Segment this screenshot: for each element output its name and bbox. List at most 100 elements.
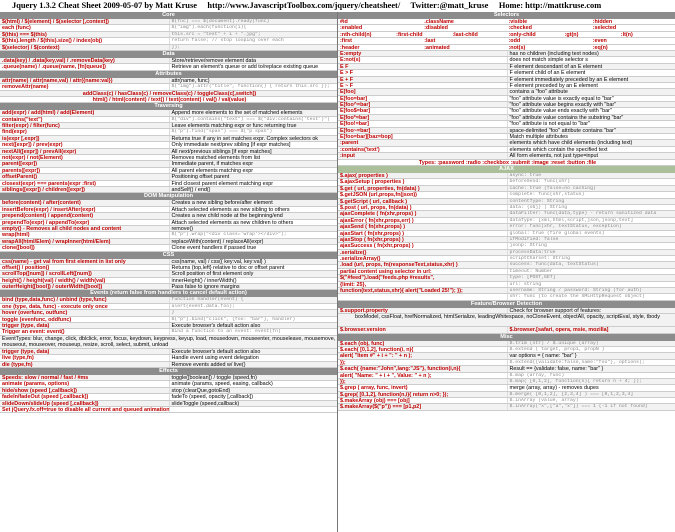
method-cell: animate (params, options) bbox=[2, 381, 70, 387]
row-group: E:empty has no children (including text n… bbox=[338, 50, 675, 160]
description-cell: $(fnc) === $(document).ready(func) bbox=[168, 19, 338, 25]
row-group: $.ajax( properties ) async: true $.ajaxSet… bbox=[338, 172, 675, 301]
description-cell: F element child of an E element bbox=[506, 70, 675, 76]
selector-item: :eq(n) bbox=[592, 44, 608, 50]
method-cell: live (type,fn) bbox=[2, 355, 34, 361]
description-cell: $("p").wrap("<div class='wrap'></div>"); bbox=[168, 232, 338, 238]
description-cell: dataFilter: func(data,type) - return san… bbox=[506, 211, 675, 217]
header-twitter: Twitter:@matt_kruse bbox=[410, 1, 489, 10]
description-cell: $.trim (str) / $.unique (array) bbox=[506, 340, 675, 346]
method-cell: alert( "Name: " + i + ", Value: " + n ); bbox=[340, 372, 432, 378]
description-cell: $.extend({validate:false,name:"foo"}, op… bbox=[506, 359, 675, 366]
method-cell: ajaxComplete ( fn(xhr,props) ) bbox=[340, 211, 417, 217]
method-cell: $.makeArray($("p")) === [p1,p2] bbox=[340, 404, 422, 410]
selector-item: :animated bbox=[424, 44, 450, 50]
selector-item: :disabled bbox=[424, 25, 448, 31]
description-cell: Positioning offset parent bbox=[168, 174, 338, 180]
method-cell: height() / height(val) / width() / width… bbox=[2, 277, 106, 284]
method-cell: css(name) - get val from first element i… bbox=[2, 258, 126, 264]
row-group: Speeds: slow / normal / fast / #ms toggle… bbox=[0, 374, 338, 414]
description-cell: All next/previous siblings [if expr matc… bbox=[168, 148, 338, 154]
method-cell: E[foo$=bar] bbox=[340, 108, 371, 114]
method-cell: $(this) === $(this) bbox=[2, 31, 47, 38]
description-cell: attr(name, func) bbox=[168, 77, 338, 84]
method-cell: parents([expr]) bbox=[2, 167, 41, 174]
method-cell: prepend(content) / append(content) bbox=[2, 213, 94, 219]
method-cell: ajaxSend ( fn(xhr,props) ) bbox=[340, 224, 405, 230]
selector-item: :gt(n) bbox=[564, 31, 579, 38]
cheat-sheet-page: Jquery 1.3.2 Cheat Sheet 2009-05-07 by M… bbox=[0, 0, 675, 532]
method-cell: hide/show (speed [,callback]) bbox=[2, 387, 77, 394]
description-cell: andSelf() / end() bbox=[168, 186, 338, 193]
method-cell: E ~ F bbox=[340, 82, 354, 89]
header-url[interactable]: http://www.JavascriptToolbox.com/jquery/… bbox=[207, 1, 400, 10]
description-cell: contentType: String bbox=[506, 198, 675, 204]
description-cell: url: string bbox=[506, 281, 675, 287]
method-cell: $.ajax( properties ) bbox=[340, 172, 388, 179]
method-cell: .data(key) / .data(key,val) / .removeDat… bbox=[2, 57, 115, 64]
method-cell: .queue(name) / .queue(name, [fn]queue]) bbox=[2, 64, 106, 70]
method-cell: $.grep( [0,1,2], function(n,i){ return n… bbox=[340, 391, 449, 398]
description-cell: $.inArray("x",["a","x"]) === 1 (-1 if no… bbox=[506, 404, 675, 410]
description-cell: $("p").bind("click", {foo: "bar"}, handl… bbox=[168, 316, 338, 322]
row-group: $(html) / $(element) / $(selector [,cont… bbox=[0, 19, 337, 51]
selector-item: :not(s) bbox=[508, 44, 526, 50]
description-cell: processData:true bbox=[506, 249, 675, 255]
section-title: Core bbox=[0, 12, 337, 19]
method-cell: one (type, data, func) - execute only on… bbox=[2, 303, 108, 310]
section-title: Attributes bbox=[0, 70, 337, 78]
method-cell: ajaxError ( fn(xhr,props,err) ) bbox=[340, 217, 414, 224]
method-cell: clone([bool]) bbox=[2, 245, 35, 251]
description-cell: $.inArray (value, array) bbox=[506, 398, 675, 404]
description-cell: dataType: [xml,html,script,json,jsonp,te… bbox=[506, 217, 675, 224]
description-cell: username: String / password: String (for… bbox=[506, 288, 675, 294]
description-cell: toggle([boolean]) / toggle (speed,fn) bbox=[168, 374, 338, 381]
description-cell: Result == {validate: false, name: "bar" … bbox=[506, 366, 675, 372]
method-cell: before(content) / after(content) bbox=[2, 200, 81, 206]
description-cell: Creates a new child node at the beginnin… bbox=[168, 213, 338, 219]
description-cell: $.map (array, func) bbox=[506, 372, 675, 378]
method-cell: attr(name) / attr(name,val) / attr({name… bbox=[2, 77, 113, 84]
method-cell: alert( "Item #" + i + ": " + n ); bbox=[340, 353, 413, 359]
row-group: add(expr) / add(html) / add(Element) Appe… bbox=[0, 110, 338, 194]
method-cell: scrollTop([num]) / scrollLeft([num]) bbox=[2, 271, 92, 277]
full-cell: Types: :password :radio :checkbox :submi… bbox=[418, 159, 597, 165]
description-cell: jsonp: String bbox=[506, 243, 675, 249]
method-cell: $.getScript ( url, callback ) bbox=[340, 198, 408, 204]
selector-item: :visible bbox=[508, 19, 528, 25]
method-cell: E + F bbox=[340, 76, 354, 82]
method-cell: .serialize() bbox=[340, 249, 367, 256]
method-cell: each (func) bbox=[2, 25, 31, 31]
full-cell: html() / html(content) / text() / text(c… bbox=[92, 96, 247, 103]
method-cell: .serializeArray() bbox=[340, 256, 381, 262]
selector-item: :header bbox=[340, 44, 360, 50]
section-title: Feature/Browser Detection bbox=[338, 300, 675, 308]
description-cell: remove() bbox=[168, 225, 338, 232]
method-cell: Set jQuery.fx.off=true to disable all cu… bbox=[2, 406, 169, 413]
row-group: $.each (obj, func) $.trim (str) / $.uniqu… bbox=[338, 340, 675, 411]
description-cell: Append more elements to the set of match… bbox=[168, 110, 338, 116]
selector-item: :only-child bbox=[508, 31, 536, 38]
method-cell: trigger (type, data) bbox=[2, 348, 50, 355]
section-title: DOM Manipulation bbox=[0, 193, 337, 201]
selector-item: :last-child bbox=[452, 31, 478, 38]
description-cell: stop (clearQue,gotoEnd) bbox=[168, 387, 338, 394]
method-cell: E[foo^=bar] bbox=[340, 102, 371, 108]
description-cell: $("div").contains("text") === $("div:con… bbox=[168, 116, 338, 123]
method-cell: E:not(s) bbox=[340, 57, 361, 63]
description-cell: space-delimited "foo" attribute contains… bbox=[506, 127, 675, 133]
description-cell: error: func(xhr, textStatus, exception) bbox=[506, 224, 675, 230]
row-group: .data(key) / .data(key,val) / .removeDat… bbox=[0, 57, 337, 71]
description-cell: Check for browser support of features: bbox=[506, 307, 675, 314]
description-cell: $("img").each(function(i){ bbox=[168, 25, 338, 31]
description-cell: function handler(event) { bbox=[168, 297, 338, 303]
method-cell bbox=[338, 294, 507, 299]
method-cell: $.makeArray (obj) === [obj] bbox=[340, 398, 410, 404]
method-cell: :contains('text') bbox=[340, 146, 380, 153]
row-group: before(content) / after(content) Creates … bbox=[0, 200, 338, 252]
method-cell: slideDown/slideUp (speed [,callback]) bbox=[2, 400, 99, 406]
header-home[interactable]: Home: http://mattkruse.com bbox=[499, 1, 601, 10]
page-header: Jquery 1.3.2 Cheat Sheet 2009-05-07 by M… bbox=[0, 0, 675, 11]
description-cell: type: [POST,GET] bbox=[506, 275, 675, 281]
method-cell: offset() / position() bbox=[2, 264, 50, 271]
